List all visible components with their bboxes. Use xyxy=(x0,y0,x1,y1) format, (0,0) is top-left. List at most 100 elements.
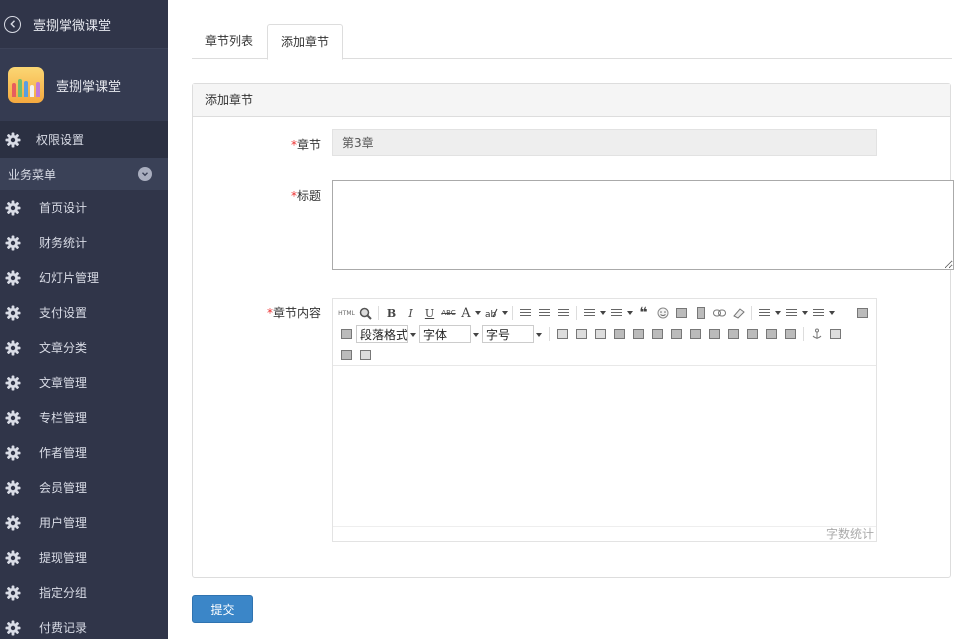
delete-table-icon[interactable] xyxy=(572,325,591,343)
chevron-down-icon[interactable] xyxy=(474,304,482,322)
preview-icon[interactable] xyxy=(356,304,375,322)
insert-column-icon[interactable] xyxy=(629,325,648,343)
chevron-down-icon[interactable] xyxy=(599,304,607,322)
business-menu: 首页设计 财务统计 幻灯片管理 支付设置 文章分类 文章管理 专栏管理 作者管理… xyxy=(0,190,168,639)
video-icon[interactable] xyxy=(691,304,710,322)
sidebar-item-label: 财务统计 xyxy=(39,236,88,250)
align-center-icon[interactable] xyxy=(535,304,554,322)
unordered-list-icon[interactable] xyxy=(607,304,626,322)
content-label: *章节内容 xyxy=(193,304,321,321)
font-family-select[interactable]: 字体 xyxy=(419,325,479,343)
panel-title: 添加章节 xyxy=(193,84,950,117)
sidebar-item-withdrawals[interactable]: 提现管理 xyxy=(0,540,168,575)
directionality-icon[interactable] xyxy=(337,325,356,343)
print-icon[interactable] xyxy=(337,346,356,364)
sidebar-item-groups[interactable]: 指定分组 xyxy=(0,575,168,610)
merge-down-icon[interactable] xyxy=(667,325,686,343)
horizontal-rule-icon[interactable] xyxy=(755,304,774,322)
split-rows-icon[interactable] xyxy=(705,325,724,343)
editor-content-area[interactable] xyxy=(333,366,876,526)
insert-row-icon[interactable] xyxy=(610,325,629,343)
sidebar-item-label: 首页设计 xyxy=(39,201,88,215)
quote-icon[interactable]: ❝ xyxy=(634,304,653,322)
chevron-down-icon[interactable] xyxy=(801,304,809,322)
chevron-down-icon[interactable] xyxy=(501,304,509,322)
template-icon[interactable] xyxy=(356,346,375,364)
ordered-list-icon[interactable] xyxy=(580,304,599,322)
merge-right-icon[interactable] xyxy=(648,325,667,343)
background-color-icon[interactable]: ab xyxy=(482,304,501,322)
sidebar-item-label: 权限设置 xyxy=(36,133,85,147)
business-menu-toggle[interactable]: 业务菜单 xyxy=(0,158,168,190)
sidebar-item-label: 支付设置 xyxy=(39,306,88,320)
emoji-icon[interactable] xyxy=(653,304,672,322)
content-label-text: 章节内容 xyxy=(272,306,321,320)
page-break-icon[interactable] xyxy=(826,325,845,343)
sidebar-item-payment[interactable]: 支付设置 xyxy=(0,295,168,330)
gear-icon xyxy=(5,550,21,566)
tab-chapter-list[interactable]: 章节列表 xyxy=(192,24,266,59)
sidebar-item-articles[interactable]: 文章管理 xyxy=(0,365,168,400)
chevron-down-icon xyxy=(138,167,152,181)
sidebar-item-members[interactable]: 会员管理 xyxy=(0,470,168,505)
eraser-icon[interactable] xyxy=(729,304,748,322)
sidebar-header: 壹捌掌微课堂 xyxy=(0,0,168,49)
chevron-down-icon[interactable] xyxy=(774,304,782,322)
sidebar-item-label: 幻灯片管理 xyxy=(39,271,100,285)
italic-button[interactable]: I xyxy=(401,304,420,322)
align-right-icon[interactable] xyxy=(554,304,573,322)
sidebar-item-label: 指定分组 xyxy=(39,586,88,600)
split-cells-icon[interactable] xyxy=(686,325,705,343)
chapter-label: *章节 xyxy=(193,136,321,153)
link-icon[interactable] xyxy=(710,304,729,322)
sidebar-item-columns[interactable]: 专栏管理 xyxy=(0,400,168,435)
strikethrough-button[interactable]: ABC xyxy=(439,304,458,322)
html-source-button[interactable]: HTML xyxy=(337,304,356,322)
table-props-icon[interactable] xyxy=(762,325,781,343)
split-cols-icon[interactable] xyxy=(724,325,743,343)
table-cells-icon[interactable] xyxy=(781,325,800,343)
font-size-select[interactable]: 字号 xyxy=(482,325,542,343)
tab-add-chapter[interactable]: 添加章节 xyxy=(267,24,344,60)
tab-bar: 章节列表 添加章节 xyxy=(192,24,952,60)
gear-icon xyxy=(5,375,21,391)
title-field[interactable] xyxy=(332,180,954,270)
sidebar-item-label: 会员管理 xyxy=(39,481,88,495)
main-content: 章节列表 添加章节 添加章节 *章节 *标题 *章节内容 HTML B I U … xyxy=(192,0,954,639)
underline-button[interactable]: U xyxy=(420,304,439,322)
sidebar-item-home-design[interactable]: 首页设计 xyxy=(0,190,168,225)
align-left-icon[interactable] xyxy=(516,304,535,322)
paragraph-spacing-icon[interactable] xyxy=(782,304,801,322)
toolbar-row-1: HTML B I U ABC A ab ❝ xyxy=(337,303,872,323)
sidebar-item-label: 文章分类 xyxy=(39,341,88,355)
sidebar-item-finance[interactable]: 财务统计 xyxy=(0,225,168,260)
gear-icon xyxy=(5,515,21,531)
line-height-icon[interactable] xyxy=(809,304,828,322)
sidebar-item-article-category[interactable]: 文章分类 xyxy=(0,330,168,365)
sidebar-item-users[interactable]: 用户管理 xyxy=(0,505,168,540)
chevron-down-icon[interactable] xyxy=(626,304,634,322)
table-grid-icon[interactable] xyxy=(743,325,762,343)
chapter-field[interactable] xyxy=(332,129,877,156)
sidebar-item-slides[interactable]: 幻灯片管理 xyxy=(0,260,168,295)
title-label: *标题 xyxy=(193,187,321,204)
insert-caption-icon[interactable] xyxy=(591,325,610,343)
sidebar-item-permissions[interactable]: 权限设置 xyxy=(0,121,168,158)
image-icon[interactable] xyxy=(672,304,691,322)
fullscreen-icon[interactable] xyxy=(853,304,872,322)
gear-icon xyxy=(5,305,21,321)
insert-table-icon[interactable] xyxy=(553,325,572,343)
paragraph-format-select[interactable]: 段落格式 xyxy=(356,325,416,343)
sidebar-item-authors[interactable]: 作者管理 xyxy=(0,435,168,470)
submit-button[interactable]: 提交 xyxy=(192,595,253,623)
sidebar-item-payment-records[interactable]: 付费记录 xyxy=(0,610,168,639)
chevron-down-icon[interactable] xyxy=(828,304,836,322)
toolbar-divider xyxy=(751,306,752,320)
anchor-icon[interactable] xyxy=(807,325,826,343)
font-color-button[interactable]: A xyxy=(458,304,474,322)
back-icon[interactable] xyxy=(4,15,21,33)
sidebar-item-label: 提现管理 xyxy=(39,551,88,565)
bold-button[interactable]: B xyxy=(382,304,401,322)
editor-toolbar: HTML B I U ABC A ab ❝ 段落格式 字体 字号 xyxy=(333,299,876,366)
add-chapter-panel: 添加章节 *章节 *标题 *章节内容 HTML B I U ABC A ab xyxy=(192,83,954,578)
